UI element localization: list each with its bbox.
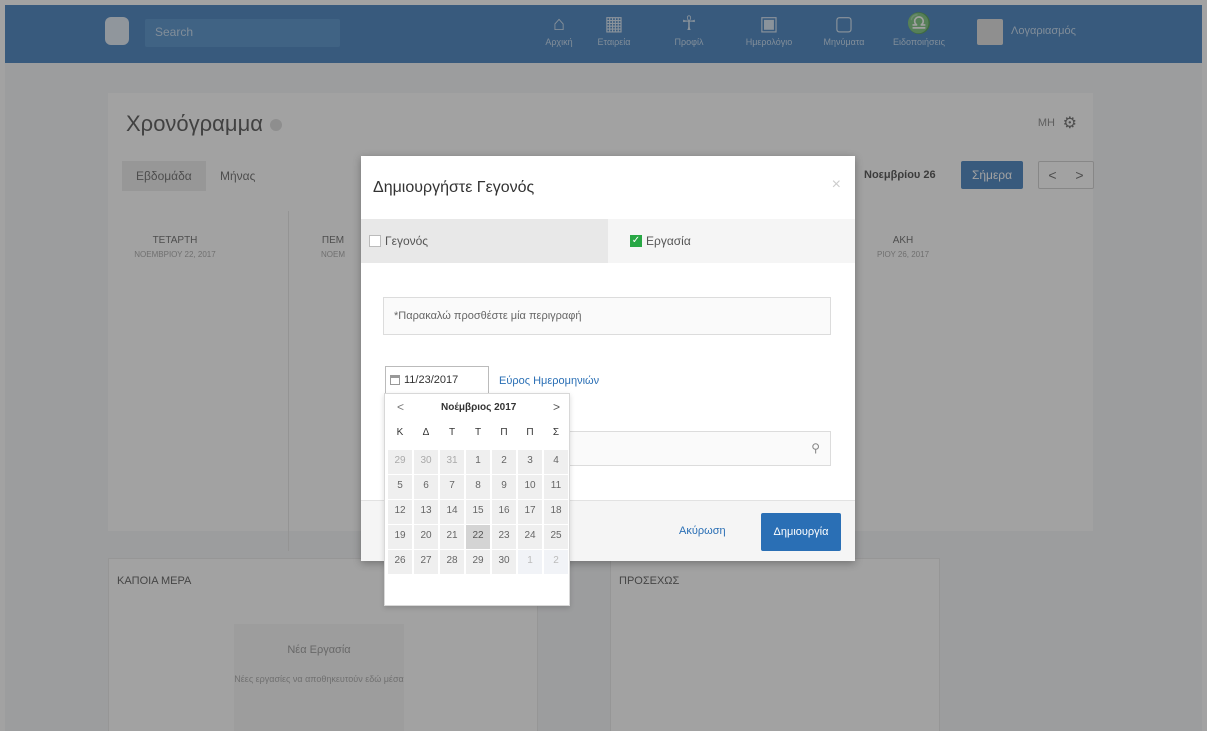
search-icon: ⚲ [811,441,820,455]
checkbox-checked-icon[interactable]: ✓ [630,235,642,247]
calendar-day[interactable]: 13 [414,500,438,524]
weekday-label: Σ [552,427,560,438]
calendar-day[interactable]: 30 [414,450,438,474]
calendar-day[interactable]: 25 [544,525,568,549]
create-button[interactable]: Δημιουργία [761,513,841,551]
calendar-day[interactable]: 2 [492,450,516,474]
tab-task[interactable]: ✓ Εργασία [608,219,855,263]
tab-task-label: Εργασία [646,234,691,248]
month-label: Νοέμβριος 2017 [441,402,517,413]
datepicker-days: 29 30 31 1 2 3 4 5 6 7 8 9 10 11 12 13 14 15 16 17 18 19 20 21 2… [387,450,569,574]
calendar-day[interactable]: 10 [518,475,542,499]
calendar-day[interactable]: 30 [492,550,516,574]
calendar-day[interactable]: 18 [544,500,568,524]
calendar-day[interactable]: 15 [466,500,490,524]
calendar-day[interactable]: 19 [388,525,412,549]
checkbox-icon[interactable] [369,235,381,247]
calendar-day[interactable]: 11 [544,475,568,499]
calendar-day[interactable]: 1 [466,450,490,474]
calendar-day[interactable]: 20 [414,525,438,549]
calendar-day[interactable]: 23 [492,525,516,549]
calendar-day[interactable]: 5 [388,475,412,499]
calendar-day[interactable]: 4 [544,450,568,474]
date-value: 11/23/2017 [404,374,459,386]
calendar-day[interactable]: 16 [492,500,516,524]
calendar-day[interactable]: 21 [440,525,464,549]
calendar-day[interactable]: 2 [544,550,568,574]
tab-event[interactable]: Γεγονός [361,219,608,263]
calendar-icon [390,375,400,385]
calendar-day[interactable]: 22 [466,525,490,549]
weekday-label: Τ [474,427,482,438]
assignee-search-input[interactable]: ⚲ [561,431,831,466]
calendar-day[interactable]: 1 [518,550,542,574]
date-range-link[interactable]: Εύρος Ημερομηνιών [499,375,599,387]
calendar-day[interactable]: 7 [440,475,464,499]
tab-event-label: Γεγονός [385,234,429,248]
date-input[interactable]: 11/23/2017 [385,366,489,394]
calendar-day[interactable]: 29 [466,550,490,574]
calendar-day[interactable]: 27 [414,550,438,574]
calendar-day[interactable]: 26 [388,550,412,574]
calendar-day[interactable]: 17 [518,500,542,524]
datepicker-header: < Νοέμβριος 2017 > [385,396,571,420]
weekday-label: Κ [396,427,404,438]
calendar-day[interactable]: 9 [492,475,516,499]
calendar-day[interactable]: 24 [518,525,542,549]
cancel-button[interactable]: Ακύρωση [679,525,726,537]
weekday-label: Δ [422,427,430,438]
calendar-day[interactable]: 6 [414,475,438,499]
description-input[interactable]: *Παρακαλώ προσθέστε μία περιγραφή [383,297,831,335]
prev-month-button[interactable]: < [397,400,404,414]
calendar-day[interactable]: 29 [388,450,412,474]
calendar-day[interactable]: 14 [440,500,464,524]
calendar-day[interactable]: 28 [440,550,464,574]
calendar-day[interactable]: 8 [466,475,490,499]
calendar-day[interactable]: 12 [388,500,412,524]
next-month-button[interactable]: > [553,400,560,414]
close-icon[interactable]: × [832,176,841,194]
datepicker: < Νοέμβριος 2017 > Κ Δ Τ Τ Π Π Σ 29 30 31 1… [384,393,570,606]
weekday-label: Τ [448,427,456,438]
calendar-day[interactable]: 31 [440,450,464,474]
weekday-label: Π [526,427,534,438]
weekday-row: Κ Δ Τ Τ Π Π Σ [387,427,569,445]
dialog-title: Δημιουργήστε Γεγονός [373,179,535,196]
calendar-day[interactable]: 3 [518,450,542,474]
weekday-label: Π [500,427,508,438]
